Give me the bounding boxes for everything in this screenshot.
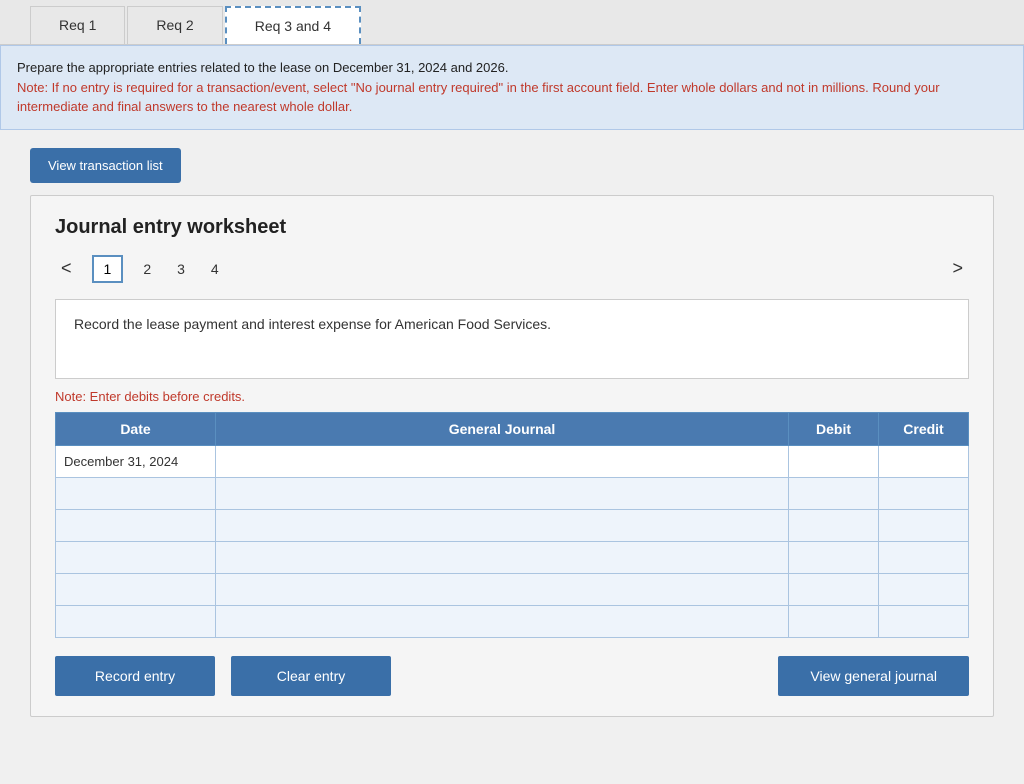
clear-entry-button[interactable]: Clear entry: [231, 656, 391, 696]
row2-credit-input[interactable]: [887, 486, 960, 501]
row1-credit-input[interactable]: [887, 454, 960, 469]
description-box: Record the lease payment and interest ex…: [55, 299, 969, 379]
record-entry-button[interactable]: Record entry: [55, 656, 215, 696]
col-header-date: Date: [56, 412, 216, 445]
row6-gj[interactable]: [216, 605, 789, 637]
info-box: Prepare the appropriate entries related …: [0, 45, 1024, 130]
col-header-credit: Credit: [879, 412, 969, 445]
table-row: December 31, 2024: [56, 445, 969, 477]
worksheet-container: Journal entry worksheet < 1 2 3 4 > Reco…: [30, 195, 994, 717]
view-general-journal-button[interactable]: View general journal: [778, 656, 969, 696]
row4-debit-input[interactable]: [797, 550, 870, 565]
row6-debit[interactable]: [789, 605, 879, 637]
row6-credit[interactable]: [879, 605, 969, 637]
row2-credit[interactable]: [879, 477, 969, 509]
worksheet-title: Journal entry worksheet: [55, 216, 969, 239]
tab-req1[interactable]: Req 1: [30, 6, 125, 44]
row3-gj-input[interactable]: [224, 518, 780, 533]
info-note-text: Note: If no entry is required for a tran…: [17, 80, 940, 115]
transaction-btn-area: View transaction list: [0, 130, 1024, 195]
page-4[interactable]: 4: [205, 257, 225, 281]
tabs-bar: Req 1 Req 2 Req 3 and 4: [0, 0, 1024, 45]
row2-gj-input[interactable]: [224, 486, 780, 501]
row6-date: [56, 605, 216, 637]
col-header-debit: Debit: [789, 412, 879, 445]
row6-gj-input[interactable]: [224, 614, 780, 629]
col-header-gj: General Journal: [216, 412, 789, 445]
table-row: [56, 509, 969, 541]
row5-date: [56, 573, 216, 605]
row2-gj[interactable]: [216, 477, 789, 509]
row4-credit-input[interactable]: [887, 550, 960, 565]
row6-credit-input[interactable]: [887, 614, 960, 629]
row5-credit[interactable]: [879, 573, 969, 605]
row3-credit-input[interactable]: [887, 518, 960, 533]
table-row: [56, 477, 969, 509]
row1-debit[interactable]: [789, 445, 879, 477]
table-row: [56, 605, 969, 637]
row3-credit[interactable]: [879, 509, 969, 541]
page-nav-left[interactable]: <: [55, 256, 78, 281]
row3-debit[interactable]: [789, 509, 879, 541]
page-nav-right[interactable]: >: [946, 256, 969, 281]
row4-credit[interactable]: [879, 541, 969, 573]
page-2[interactable]: 2: [137, 257, 157, 281]
row5-credit-input[interactable]: [887, 582, 960, 597]
description-text: Record the lease payment and interest ex…: [74, 316, 551, 332]
row2-date: [56, 477, 216, 509]
bottom-buttons: Record entry Clear entry View general jo…: [55, 656, 969, 696]
row2-debit-input[interactable]: [797, 486, 870, 501]
row3-date: [56, 509, 216, 541]
row1-credit[interactable]: [879, 445, 969, 477]
row5-gj[interactable]: [216, 573, 789, 605]
journal-table: Date General Journal Debit Credit Decemb…: [55, 412, 969, 638]
row4-gj[interactable]: [216, 541, 789, 573]
row5-gj-input[interactable]: [224, 582, 780, 597]
pagination: < 1 2 3 4 >: [55, 255, 969, 283]
tab-req3and4[interactable]: Req 3 and 4: [225, 6, 361, 44]
row4-debit[interactable]: [789, 541, 879, 573]
row3-debit-input[interactable]: [797, 518, 870, 533]
table-row: [56, 573, 969, 605]
row5-debit-input[interactable]: [797, 582, 870, 597]
note-debit-credits: Note: Enter debits before credits.: [55, 389, 969, 404]
row1-date: December 31, 2024: [56, 445, 216, 477]
row1-gj[interactable]: [216, 445, 789, 477]
row3-gj[interactable]: [216, 509, 789, 541]
row1-debit-input[interactable]: [797, 454, 870, 469]
row1-gj-input[interactable]: [224, 454, 780, 469]
table-row: [56, 541, 969, 573]
info-main-text: Prepare the appropriate entries related …: [17, 60, 508, 75]
row5-debit[interactable]: [789, 573, 879, 605]
view-transaction-button[interactable]: View transaction list: [30, 148, 181, 183]
row2-debit[interactable]: [789, 477, 879, 509]
row4-date: [56, 541, 216, 573]
row6-debit-input[interactable]: [797, 614, 870, 629]
page-1[interactable]: 1: [92, 255, 124, 283]
row4-gj-input[interactable]: [224, 550, 780, 565]
tab-req2[interactable]: Req 2: [127, 6, 222, 44]
page-3[interactable]: 3: [171, 257, 191, 281]
